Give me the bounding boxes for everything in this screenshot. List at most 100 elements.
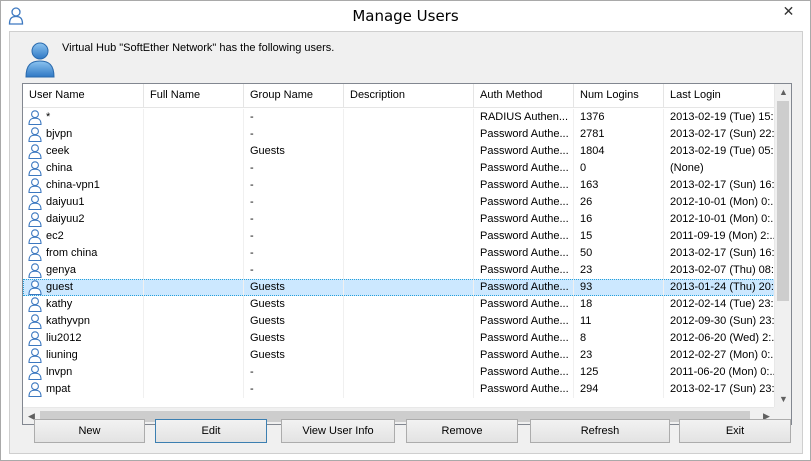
cell-full-name bbox=[144, 347, 244, 364]
cell-full-name bbox=[144, 160, 244, 177]
vertical-scrollbar[interactable]: ▲ ▼ bbox=[774, 84, 791, 408]
remove-button[interactable]: Remove bbox=[406, 419, 518, 443]
cell-auth-method: Password Authe... bbox=[474, 279, 574, 296]
table-row[interactable]: genya - Password Authe... 23 2013-02-07 (Thu… bbox=[23, 262, 775, 279]
cell-num-logins: 93 bbox=[574, 279, 664, 296]
cell-num-logins: 11 bbox=[574, 313, 664, 330]
table-row[interactable]: china - Password Authe... 0 (None) bbox=[23, 160, 775, 177]
exit-button[interactable]: Exit bbox=[679, 419, 791, 443]
cell-description bbox=[344, 279, 474, 296]
column-header-full-name[interactable]: Full Name bbox=[144, 84, 244, 108]
view-user-info-button[interactable]: View User Info bbox=[281, 419, 395, 443]
column-header-last-login[interactable]: Last Login bbox=[664, 84, 775, 108]
table-row[interactable]: guest Guests Password Authe... 93 2013-01-24… bbox=[23, 279, 775, 296]
dialog-body: Virtual Hub "SoftEther Network" has the … bbox=[9, 31, 803, 454]
cell-description bbox=[344, 211, 474, 228]
cell-num-logins: 294 bbox=[574, 381, 664, 398]
table-row[interactable]: mpat - Password Authe... 294 2013-02-17 (Sun… bbox=[23, 381, 775, 398]
cell-description bbox=[344, 109, 474, 126]
cell-description bbox=[344, 126, 474, 143]
users-list[interactable]: User Name Full Name Group Name Descripti… bbox=[22, 83, 792, 425]
cell-group-name: Guests bbox=[244, 313, 344, 330]
table-row[interactable]: china-vpn1- Password Authe... 163 2013-02-1… bbox=[23, 177, 775, 194]
cell-last-login: 2012-02-27 (Mon) 0:... bbox=[664, 347, 775, 364]
user-icon bbox=[28, 297, 42, 312]
cell-description bbox=[344, 296, 474, 313]
table-row[interactable]: bjvpn - Password Authe... 2781 2013-02-17 (S… bbox=[23, 126, 775, 143]
cell-auth-method: Password Authe... bbox=[474, 194, 574, 211]
cell-group-name: - bbox=[244, 126, 344, 143]
table-row[interactable]: ec2- Password Authe... 15 2011-09-19 (Mon) … bbox=[23, 228, 775, 245]
table-row[interactable]: liuning Guests Password Authe... 23 2012-02-… bbox=[23, 347, 775, 364]
scroll-up-arrow-icon[interactable]: ▲ bbox=[775, 84, 791, 101]
column-header-auth-method[interactable]: Auth Method bbox=[474, 84, 574, 108]
window-title: Manage Users bbox=[352, 7, 459, 25]
user-icon bbox=[28, 229, 42, 244]
cell-last-login: (None) bbox=[664, 160, 775, 177]
user-icon bbox=[28, 110, 42, 125]
table-row[interactable]: liu2012 Guests Password Authe... 8 2012-06-2… bbox=[23, 330, 775, 347]
cell-description bbox=[344, 313, 474, 330]
cell-auth-method: Password Authe... bbox=[474, 262, 574, 279]
cell-full-name bbox=[144, 109, 244, 126]
user-icon bbox=[28, 246, 42, 261]
table-row[interactable]: kathyvpn Guests Password Authe... 11 2012-09… bbox=[23, 313, 775, 330]
cell-description bbox=[344, 177, 474, 194]
refresh-button[interactable]: Refresh bbox=[530, 419, 670, 443]
cell-last-login: 2012-02-14 (Tue) 23:... bbox=[664, 296, 775, 313]
cell-full-name bbox=[144, 381, 244, 398]
cell-auth-method: Password Authe... bbox=[474, 143, 574, 160]
vertical-scroll-thumb[interactable] bbox=[777, 101, 789, 301]
column-header-description[interactable]: Description bbox=[344, 84, 474, 108]
cell-auth-method: Password Authe... bbox=[474, 126, 574, 143]
column-header-user-name[interactable]: User Name bbox=[23, 84, 144, 108]
user-icon bbox=[28, 144, 42, 159]
cell-full-name bbox=[144, 364, 244, 381]
cell-last-login: 2012-10-01 (Mon) 0:... bbox=[664, 194, 775, 211]
cell-group-name: - bbox=[244, 194, 344, 211]
cell-description bbox=[344, 194, 474, 211]
user-icon bbox=[28, 348, 42, 363]
table-row[interactable]: ceek Guests Password Authe... 1804 2013-02-1… bbox=[23, 143, 775, 160]
cell-auth-method: Password Authe... bbox=[474, 330, 574, 347]
cell-last-login: 2013-02-07 (Thu) 08:... bbox=[664, 262, 775, 279]
column-header-num-logins[interactable]: Num Logins bbox=[574, 84, 664, 108]
new-button[interactable]: New bbox=[34, 419, 145, 443]
list-header: User Name Full Name Group Name Descripti… bbox=[23, 84, 775, 108]
cell-num-logins: 23 bbox=[574, 262, 664, 279]
cell-auth-method: Password Authe... bbox=[474, 347, 574, 364]
cell-full-name bbox=[144, 177, 244, 194]
table-row[interactable]: kathy Guests Password Authe... 18 2012-02-14… bbox=[23, 296, 775, 313]
cell-group-name: Guests bbox=[244, 330, 344, 347]
edit-button[interactable]: Edit bbox=[155, 419, 267, 443]
cell-group-name: Guests bbox=[244, 143, 344, 160]
table-row[interactable]: * - RADIUS Authen... 1376 2013-02-19 (Tue) 1… bbox=[23, 109, 775, 126]
cell-description bbox=[344, 245, 474, 262]
cell-description bbox=[344, 364, 474, 381]
cell-last-login: 2011-09-19 (Mon) 2:... bbox=[664, 228, 775, 245]
cell-num-logins: 125 bbox=[574, 364, 664, 381]
cell-auth-method: Password Authe... bbox=[474, 296, 574, 313]
table-row[interactable]: lnvpn - Password Authe... 125 2011-06-20 (Mo… bbox=[23, 364, 775, 381]
close-button[interactable]: ✕ bbox=[773, 2, 804, 22]
cell-description bbox=[344, 160, 474, 177]
user-icon bbox=[28, 331, 42, 346]
cell-auth-method: Password Authe... bbox=[474, 245, 574, 262]
cell-full-name bbox=[144, 330, 244, 347]
cell-last-login: 2011-06-20 (Mon) 0:... bbox=[664, 364, 775, 381]
cell-group-name: - bbox=[244, 160, 344, 177]
cell-auth-method: Password Authe... bbox=[474, 228, 574, 245]
column-header-group-name[interactable]: Group Name bbox=[244, 84, 344, 108]
cell-description bbox=[344, 262, 474, 279]
hub-users-message: Virtual Hub "SoftEther Network" has the … bbox=[62, 42, 335, 54]
scroll-down-arrow-icon[interactable]: ▼ bbox=[775, 391, 791, 408]
cell-num-logins: 23 bbox=[574, 347, 664, 364]
cell-num-logins: 15 bbox=[574, 228, 664, 245]
cell-last-login: 2013-02-17 (Sun) 22:... bbox=[664, 126, 775, 143]
user-icon bbox=[28, 195, 42, 210]
cell-full-name bbox=[144, 228, 244, 245]
table-row[interactable]: daiyuu2- Password Authe... 16 2012-10-01 (M… bbox=[23, 211, 775, 228]
table-row[interactable]: from china - Password Authe... 50 2013-02-17… bbox=[23, 245, 775, 262]
cell-num-logins: 1804 bbox=[574, 143, 664, 160]
table-row[interactable]: daiyuu1- Password Authe... 26 2012-10-01 (M… bbox=[23, 194, 775, 211]
